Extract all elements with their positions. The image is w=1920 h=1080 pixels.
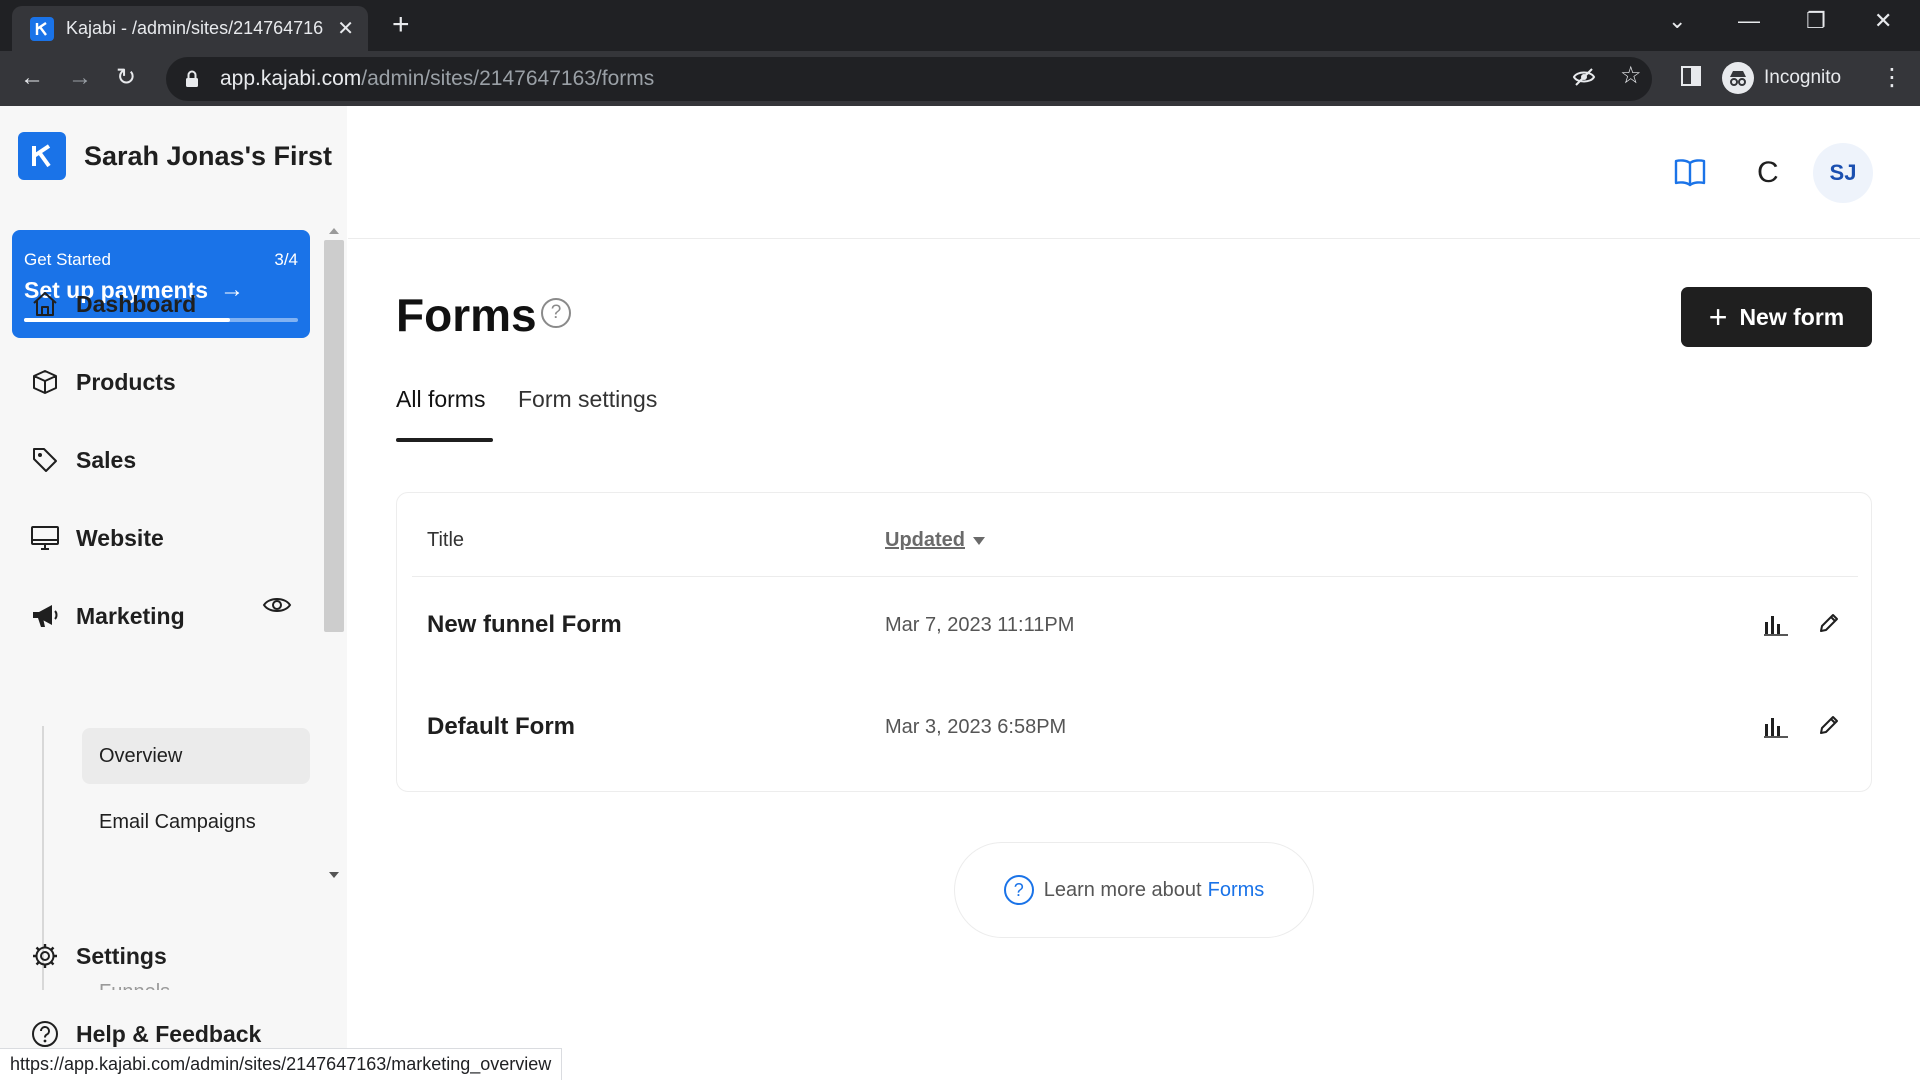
site-name: Sarah Jonas's First bbox=[84, 140, 333, 171]
side-panel-icon[interactable] bbox=[1680, 65, 1702, 92]
table-row-updated: Mar 7, 2023 11:11PM bbox=[885, 614, 1075, 636]
edit-pencil-icon[interactable] bbox=[1813, 607, 1845, 639]
sidebar-scrollbar-thumb[interactable] bbox=[324, 240, 344, 632]
table-row-title[interactable]: New funnel Form bbox=[427, 611, 622, 639]
column-header-updated[interactable]: Updated bbox=[885, 529, 985, 552]
new-tab-icon[interactable]: + bbox=[392, 10, 410, 40]
column-header-title: Title bbox=[427, 529, 465, 551]
help-icon bbox=[28, 1017, 62, 1051]
back-icon[interactable]: ← bbox=[20, 63, 44, 93]
forms-table bbox=[396, 492, 1872, 792]
close-tab-icon[interactable]: ✕ bbox=[337, 16, 354, 41]
tab-search-icon[interactable]: ⌄ bbox=[1668, 8, 1686, 34]
sidebar-subitem-overview[interactable]: Overview bbox=[82, 728, 310, 784]
sort-caret-icon bbox=[973, 536, 985, 545]
sidebar-item-marketing[interactable]: Marketing bbox=[28, 596, 185, 636]
page-title: Forms bbox=[396, 289, 537, 341]
table-header-divider bbox=[412, 576, 1858, 577]
analytics-bar-chart-icon[interactable] bbox=[1760, 608, 1792, 640]
megaphone-icon bbox=[28, 599, 62, 633]
learn-more-pill: ? Learn more about Forms bbox=[954, 842, 1314, 938]
kajabi-favicon-icon bbox=[30, 16, 54, 41]
get-started-count: 3/4 bbox=[274, 250, 298, 269]
home-icon bbox=[28, 287, 62, 321]
sidebar-item-website[interactable]: Website bbox=[28, 518, 164, 558]
bookmark-star-icon[interactable]: ☆ bbox=[1620, 61, 1642, 90]
address-bar[interactable]: app.kajabi.com/admin/sites/2147647163/fo… bbox=[166, 57, 1652, 101]
plus-icon: + bbox=[1708, 299, 1728, 335]
sidebar-item-sales[interactable]: Sales bbox=[28, 440, 136, 480]
new-form-button[interactable]: + New form bbox=[1681, 287, 1872, 347]
tab-form-settings[interactable]: Form settings bbox=[518, 386, 657, 413]
forward-icon[interactable]: → bbox=[68, 63, 92, 93]
incognito-icon bbox=[1722, 62, 1754, 94]
sidebar-item-products[interactable]: Products bbox=[28, 362, 176, 402]
restore-icon[interactable]: ❐ bbox=[1806, 8, 1826, 34]
sidebar-subitem-funnels[interactable]: Funnels bbox=[99, 978, 189, 990]
reload-icon[interactable]: ↻ bbox=[116, 63, 136, 93]
browser-tabstrip: Kajabi - /admin/sites/214764716 ✕ + ⌄ — … bbox=[0, 0, 1920, 51]
gear-icon bbox=[28, 939, 62, 973]
learn-more-text: Learn more about bbox=[1043, 878, 1202, 901]
table-row-updated: Mar 3, 2023 6:58PM bbox=[885, 716, 1067, 738]
browser-tab[interactable]: Kajabi - /admin/sites/214764716 ✕ bbox=[12, 6, 368, 51]
sidebar-item-dashboard[interactable]: Dashboard bbox=[28, 284, 196, 324]
browser-menu-icon[interactable]: ⋮ bbox=[1880, 63, 1904, 92]
url-text: app.kajabi.com/admin/sites/2147647163/fo… bbox=[220, 67, 655, 90]
get-started-label: Get Started bbox=[24, 250, 111, 269]
incognito-badge[interactable]: Incognito bbox=[1722, 59, 1841, 97]
minimize-icon[interactable]: — bbox=[1738, 8, 1760, 34]
sidebar: Sarah Jonas's First Get Started 3/4 Set … bbox=[0, 106, 347, 1080]
browser-toolbar: ← → ↻ app.kajabi.com/admin/sites/2147647… bbox=[0, 51, 1920, 106]
book-icon[interactable] bbox=[1673, 157, 1707, 192]
eye-off-icon[interactable] bbox=[1572, 65, 1596, 94]
edit-pencil-icon[interactable] bbox=[1813, 709, 1845, 741]
site-brand[interactable]: Sarah Jonas's First bbox=[18, 132, 332, 180]
arrow-right-icon: → bbox=[220, 276, 245, 303]
sidebar-subitem-email-campaigns[interactable]: Email Campaigns bbox=[82, 794, 310, 850]
active-tab-indicator bbox=[396, 438, 493, 442]
learn-more-forms-link[interactable]: Forms bbox=[1208, 879, 1265, 902]
sidebar-item-settings[interactable]: Settings bbox=[28, 936, 167, 976]
scroll-down-icon[interactable] bbox=[329, 872, 339, 878]
close-window-icon[interactable]: ✕ bbox=[1874, 8, 1892, 34]
incognito-label: Incognito bbox=[1764, 67, 1842, 88]
question-icon: ? bbox=[1003, 875, 1034, 905]
tab-title: Kajabi - /admin/sites/214764716 bbox=[66, 18, 324, 38]
tab-all-forms[interactable]: All forms bbox=[396, 386, 485, 413]
analytics-bar-chart-icon[interactable] bbox=[1760, 710, 1792, 742]
tag-icon bbox=[28, 443, 62, 477]
scroll-up-icon[interactable] bbox=[329, 228, 339, 234]
lock-icon[interactable] bbox=[182, 69, 202, 89]
preview-eye-icon[interactable] bbox=[262, 594, 292, 621]
question-icon[interactable]: ? bbox=[541, 298, 571, 328]
avatar[interactable]: SJ bbox=[1813, 143, 1873, 203]
kajabi-logo-icon bbox=[18, 132, 66, 180]
box-icon bbox=[28, 365, 62, 399]
table-row-title[interactable]: Default Form bbox=[427, 713, 575, 741]
monitor-icon bbox=[28, 521, 62, 555]
header-truncated-text: C bbox=[1757, 156, 1779, 189]
status-bar-url: https://app.kajabi.com/admin/sites/21476… bbox=[0, 1048, 563, 1080]
